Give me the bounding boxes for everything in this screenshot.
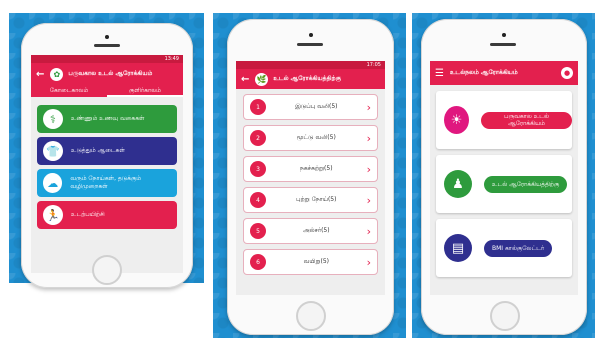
tab-winter[interactable]: குளிர்காலம் [107, 85, 183, 97]
list-item[interactable]: 6 வயிறு(5) › [243, 249, 378, 275]
phone-frame: 17:05 ← 🌿 உடல் ஆரோக்கியத்திற்கு 1 இடுப்பு… [227, 19, 394, 335]
status-time: 13:49 [164, 56, 179, 62]
clothes-icon: 👕 [43, 141, 63, 161]
home-button[interactable] [490, 301, 520, 331]
phone-screen: 17:05 ← 🌿 உடல் ஆரோக்கியத்திற்கு 1 இடுப்பு… [236, 61, 385, 295]
back-arrow-icon[interactable]: ← [36, 69, 44, 80]
item-label: இடுப்பு வலி(5) [295, 103, 338, 110]
menu-card[interactable]: ☀ பருவகால உடல் ஆரோக்கியம் [436, 91, 572, 149]
menu-icon[interactable]: ☰ [435, 68, 444, 79]
screenshot-panel-2: 17:05 ← 🌿 உடல் ஆரோக்கியத்திற்கு 1 இடுப்பு… [213, 13, 406, 338]
weather-icon: ☀ [444, 106, 470, 134]
exercise-button[interactable]: 🏃 உடற்பயிற்சி [37, 201, 177, 229]
scale-icon: ▤ [444, 234, 472, 262]
home-button[interactable] [92, 255, 122, 285]
app-bar: ← 🌿 உடல் ஆரோக்கியத்திற்கு [236, 69, 385, 89]
tab-summer[interactable]: கோடைகாலம் [31, 85, 107, 97]
item-label: வயிறு(5) [303, 258, 329, 265]
item-label: அல்சர்(5) [302, 227, 330, 234]
food-button[interactable]: ⚕ உண்ணும் உணவு வகைகள் [37, 105, 177, 133]
speaker [490, 43, 516, 46]
app-bar: ← ✿ பருவகால உடல் ஆரோக்கியம் [31, 63, 183, 85]
app-logo-icon: ✿ [50, 67, 64, 81]
menu-card[interactable]: ♟ உடல் ஆரோக்கியத்திற்கு [436, 155, 572, 213]
exercise-icon: 🏃 [43, 205, 63, 225]
ailment-list: 1 இடுப்பு வலி(5) › 2 மூட்டு வலி(5) › 3 நகச்சுற்… [236, 94, 385, 275]
list-item[interactable]: 5 அல்சர்(5) › [243, 218, 378, 244]
sick-icon: ☁ [43, 173, 63, 193]
card-label-button[interactable]: பருவகால உடல் ஆரோக்கியம் [481, 111, 572, 129]
exercise-button-label: உடற்பயிற்சி [71, 211, 105, 218]
card-label-button[interactable]: BMI கால்குலேட்டர் [484, 239, 553, 257]
list-item[interactable]: 4 புற்று நோய்(5) › [243, 187, 378, 213]
clothes-button-label: உடுத்தும் ஆடைகள் [71, 147, 125, 154]
phone-frame: 13:49 ← ✿ பருவகால உடல் ஆரோக்கியம் கோடைகா… [21, 23, 193, 288]
screenshot-panel-1: 13:49 ← ✿ பருவகால உடல் ஆரோக்கியம் கோடைகா… [9, 13, 204, 288]
chevron-right-icon: › [366, 131, 371, 145]
clothes-button[interactable]: 👕 உடுத்தும் ஆடைகள் [37, 137, 177, 165]
diseases-button-label: வரும் நோய்கள், தடுக்கும் வழிமுறைகள் [70, 175, 142, 190]
menu-card[interactable]: ▤ BMI கால்குலேட்டர் [436, 219, 572, 277]
phone-screen: 13:49 ← ✿ பருவகால உடல் ஆரோக்கியம் கோடைகா… [31, 55, 183, 273]
chevron-right-icon: › [366, 100, 371, 114]
food-button-label: உண்ணும் உணவு வகைகள் [71, 115, 145, 122]
status-bar: 13:49 [31, 55, 183, 63]
speaker [297, 43, 323, 46]
home-button[interactable] [296, 301, 326, 331]
item-label: நகச்சுற்று(5) [300, 165, 333, 172]
food-icon: ⚕ [43, 109, 63, 129]
phone-screen: ☰ உடல்நலம் ஆரோக்கியம் ● ☀ பருவகால உடல் ஆர… [430, 61, 578, 295]
page-title: உடல்நலம் ஆரோக்கியம் [449, 69, 518, 76]
list-item[interactable]: 2 மூட்டு வலி(5) › [243, 125, 378, 151]
card-label-button[interactable]: உடல் ஆரோக்கியத்திற்கு [484, 175, 568, 193]
item-label: புற்று நோய்(5) [296, 196, 337, 203]
screenshot-panel-3: ☰ உடல்நலம் ஆரோக்கியம் ● ☀ பருவகால உடல் ஆர… [412, 13, 595, 338]
status-bar: 17:05 [236, 61, 385, 69]
chevron-right-icon: › [366, 193, 371, 207]
app-bar: ☰ உடல்நலம் ஆரோக்கியம் ● [430, 61, 578, 85]
item-number: 4 [250, 192, 266, 208]
chevron-right-icon: › [366, 255, 371, 269]
item-number: 2 [250, 130, 266, 146]
back-arrow-icon[interactable]: ← [241, 74, 249, 85]
diseases-button[interactable]: ☁ வரும் நோய்கள், தடுக்கும் வழிமுறைகள் [37, 169, 177, 197]
item-label: மூட்டு வலி(5) [296, 134, 336, 141]
item-number: 1 [250, 99, 266, 115]
home-cards: ☀ பருவகால உடல் ஆரோக்கியம் ♟ உடல் ஆரோக்கியத்… [430, 91, 578, 277]
app-logo-icon: 🌿 [255, 72, 269, 86]
item-number: 6 [250, 254, 266, 270]
front-camera [105, 35, 109, 39]
list-item[interactable]: 3 நகச்சுற்று(5) › [243, 156, 378, 182]
item-number: 3 [250, 161, 266, 177]
speaker [94, 44, 120, 47]
chevron-right-icon: › [366, 224, 371, 238]
season-tabs: கோடைகாலம் குளிர்காலம் [31, 85, 183, 97]
status-time: 17:05 [366, 62, 381, 68]
notification-icon[interactable]: ● [561, 67, 573, 79]
front-camera [309, 33, 313, 37]
page-title: உடல் ஆரோக்கியத்திற்கு [273, 75, 341, 82]
front-camera [502, 33, 506, 37]
phone-frame: ☰ உடல்நலம் ஆரோக்கியம் ● ☀ பருவகால உடல் ஆர… [421, 19, 587, 335]
page-title: பருவகால உடல் ஆரோக்கியம் [68, 70, 153, 77]
chevron-right-icon: › [366, 162, 371, 176]
item-number: 5 [250, 223, 266, 239]
list-item[interactable]: 1 இடுப்பு வலி(5) › [243, 94, 378, 120]
body-icon: ♟ [444, 170, 472, 198]
